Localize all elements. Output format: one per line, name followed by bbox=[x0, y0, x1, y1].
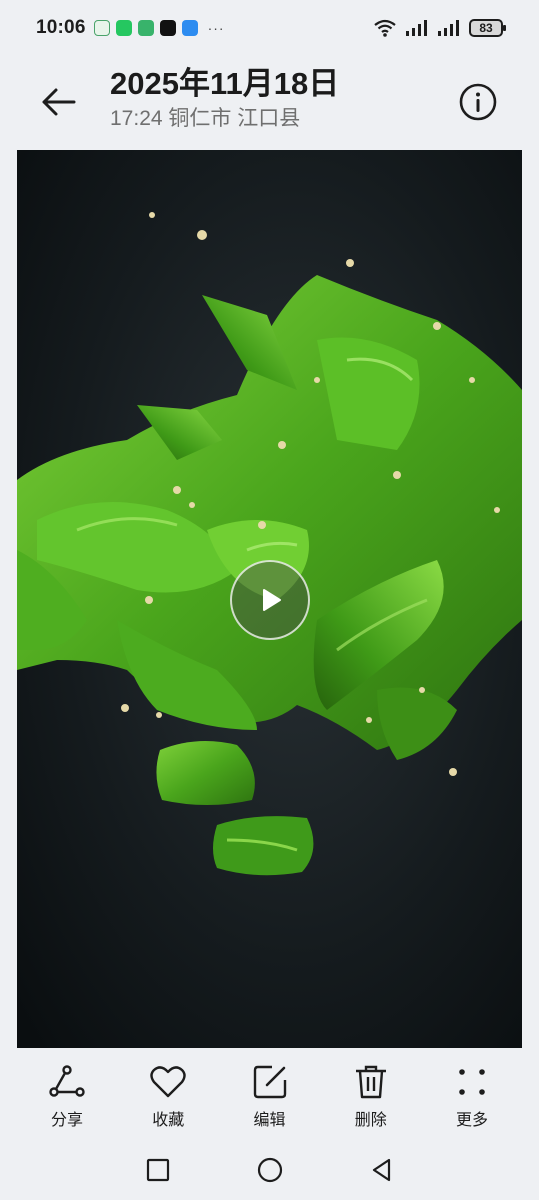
tiktok-icon bbox=[159, 20, 176, 36]
circle-icon bbox=[257, 1157, 282, 1183]
more-notifications-icon: ··· bbox=[207, 20, 225, 36]
wifi-icon bbox=[374, 19, 396, 37]
info-button[interactable] bbox=[458, 82, 498, 122]
info-icon bbox=[459, 83, 497, 121]
delete-label: 删除 bbox=[354, 1112, 387, 1129]
message-icon bbox=[181, 20, 198, 36]
favorite-label: 收藏 bbox=[152, 1112, 185, 1129]
recents-button[interactable] bbox=[142, 1154, 174, 1186]
share-button[interactable]: 分享 bbox=[29, 1062, 105, 1138]
play-icon bbox=[263, 589, 281, 611]
edit-button[interactable]: 编辑 bbox=[232, 1062, 308, 1138]
edit-label: 编辑 bbox=[253, 1112, 286, 1129]
share-icon bbox=[49, 1065, 85, 1097]
signal-icon-2 bbox=[438, 20, 459, 36]
game-icon bbox=[137, 20, 154, 36]
system-navigation-bar bbox=[0, 1140, 539, 1200]
video-preview[interactable] bbox=[17, 150, 522, 1048]
heart-icon bbox=[150, 1066, 186, 1098]
wechat-icon bbox=[115, 20, 132, 36]
share-label: 分享 bbox=[50, 1112, 83, 1129]
status-bar: 10:06 ··· 83 bbox=[0, 0, 539, 56]
gallery-icon bbox=[93, 20, 110, 36]
favorite-button[interactable]: 收藏 bbox=[130, 1062, 206, 1138]
more-button[interactable]: 更多 bbox=[434, 1062, 510, 1138]
signal-icon bbox=[406, 20, 427, 36]
page-title: 2025年11月18日 bbox=[110, 66, 340, 101]
location-subtitle: 17:24 铜仁市 江口县 bbox=[110, 107, 301, 130]
battery-indicator: 83 bbox=[469, 19, 506, 37]
edit-icon bbox=[253, 1065, 286, 1099]
notification-icons: ··· bbox=[93, 20, 225, 36]
home-button[interactable] bbox=[254, 1154, 286, 1186]
trash-icon bbox=[355, 1065, 386, 1099]
more-label: 更多 bbox=[455, 1112, 488, 1129]
play-button[interactable] bbox=[230, 560, 310, 640]
bottom-toolbar: 分享 收藏 编辑 删除 更多 bbox=[17, 1048, 522, 1138]
square-icon bbox=[146, 1158, 169, 1182]
back-button[interactable] bbox=[38, 82, 78, 122]
title-block: 2025年11月18日 17:24 铜仁市 江口县 bbox=[110, 64, 339, 134]
header: 2025年11月18日 17:24 铜仁市 江口县 bbox=[0, 56, 539, 148]
status-time: 10:06 bbox=[36, 17, 86, 38]
delete-button[interactable]: 删除 bbox=[333, 1062, 409, 1138]
status-right: 83 bbox=[373, 18, 506, 38]
arrow-left-icon bbox=[42, 88, 76, 116]
back-nav-button[interactable] bbox=[366, 1154, 398, 1186]
more-dots-icon bbox=[459, 1069, 485, 1095]
triangle-back-icon bbox=[372, 1158, 390, 1182]
